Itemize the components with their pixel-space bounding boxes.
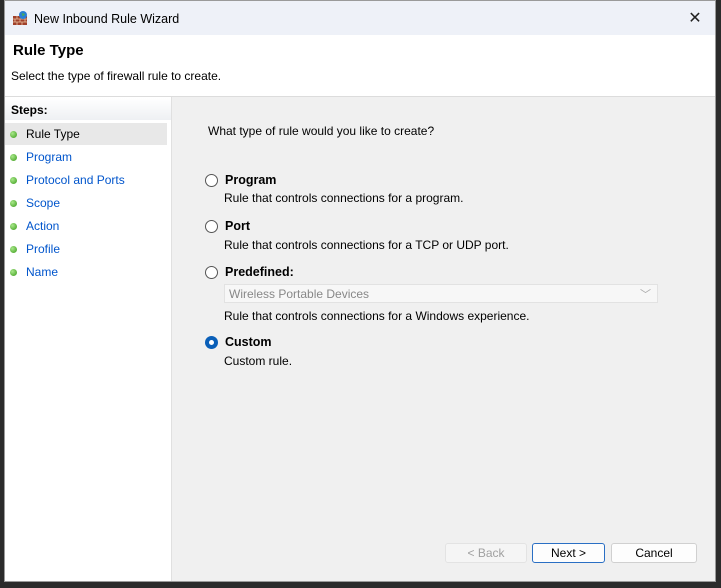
- page-header: Rule Type Select the type of firewall ru…: [5, 35, 715, 97]
- close-button[interactable]: ✕: [675, 1, 715, 35]
- predefined-description: Rule that controls connections for a Win…: [224, 309, 530, 323]
- step-scope[interactable]: Scope: [5, 192, 167, 214]
- step-profile[interactable]: Profile: [5, 238, 167, 260]
- steps-heading: Steps:: [5, 98, 171, 120]
- back-button[interactable]: < Back: [445, 543, 527, 563]
- program-description: Rule that controls connections for a pro…: [224, 191, 464, 205]
- radio-port[interactable]: Port: [205, 219, 250, 233]
- step-status-icon: [10, 268, 17, 276]
- step-name[interactable]: Name: [5, 261, 167, 283]
- radio-icon: [205, 265, 218, 279]
- port-description: Rule that controls connections for a TCP…: [224, 238, 509, 252]
- cancel-button[interactable]: Cancel: [611, 543, 697, 563]
- step-program[interactable]: Program: [5, 146, 167, 168]
- step-status-icon: [10, 245, 17, 253]
- page-title: Rule Type: [13, 42, 84, 59]
- step-action[interactable]: Action: [5, 215, 167, 237]
- window-title: New Inbound Rule Wizard: [34, 12, 180, 26]
- firewall-icon: [13, 11, 27, 25]
- wizard-window: New Inbound Rule Wizard ✕ Rule Type Sele…: [4, 0, 716, 582]
- radio-selected-icon: [205, 335, 218, 349]
- step-status-icon: [10, 176, 17, 184]
- close-icon: ✕: [688, 10, 702, 27]
- step-rule-type[interactable]: Rule Type: [5, 123, 167, 145]
- radio-icon: [205, 173, 218, 187]
- radio-icon: [205, 219, 218, 233]
- steps-pane: Steps: Rule Type Program Protocol and Po…: [5, 97, 172, 581]
- step-status-icon: [10, 130, 17, 138]
- radio-predefined[interactable]: Predefined:: [205, 265, 294, 279]
- step-status-icon: [10, 222, 17, 230]
- radio-program[interactable]: Program: [205, 173, 276, 187]
- predefined-select[interactable]: Wireless Portable Devices ﹀: [224, 284, 658, 303]
- page-subtitle: Select the type of firewall rule to crea…: [11, 69, 222, 83]
- step-status-icon: [10, 153, 17, 161]
- step-protocol-and-ports[interactable]: Protocol and Ports: [5, 169, 167, 191]
- step-status-icon: [10, 199, 17, 207]
- title-bar: New Inbound Rule Wizard ✕: [5, 1, 715, 35]
- radio-custom[interactable]: Custom: [205, 335, 272, 349]
- chevron-down-icon: ﹀: [640, 289, 651, 301]
- question-label: What type of rule would you like to crea…: [208, 124, 435, 138]
- content-pane: What type of rule would you like to crea…: [172, 97, 715, 581]
- next-button[interactable]: Next >: [532, 543, 605, 563]
- custom-description: Custom rule.: [224, 354, 293, 368]
